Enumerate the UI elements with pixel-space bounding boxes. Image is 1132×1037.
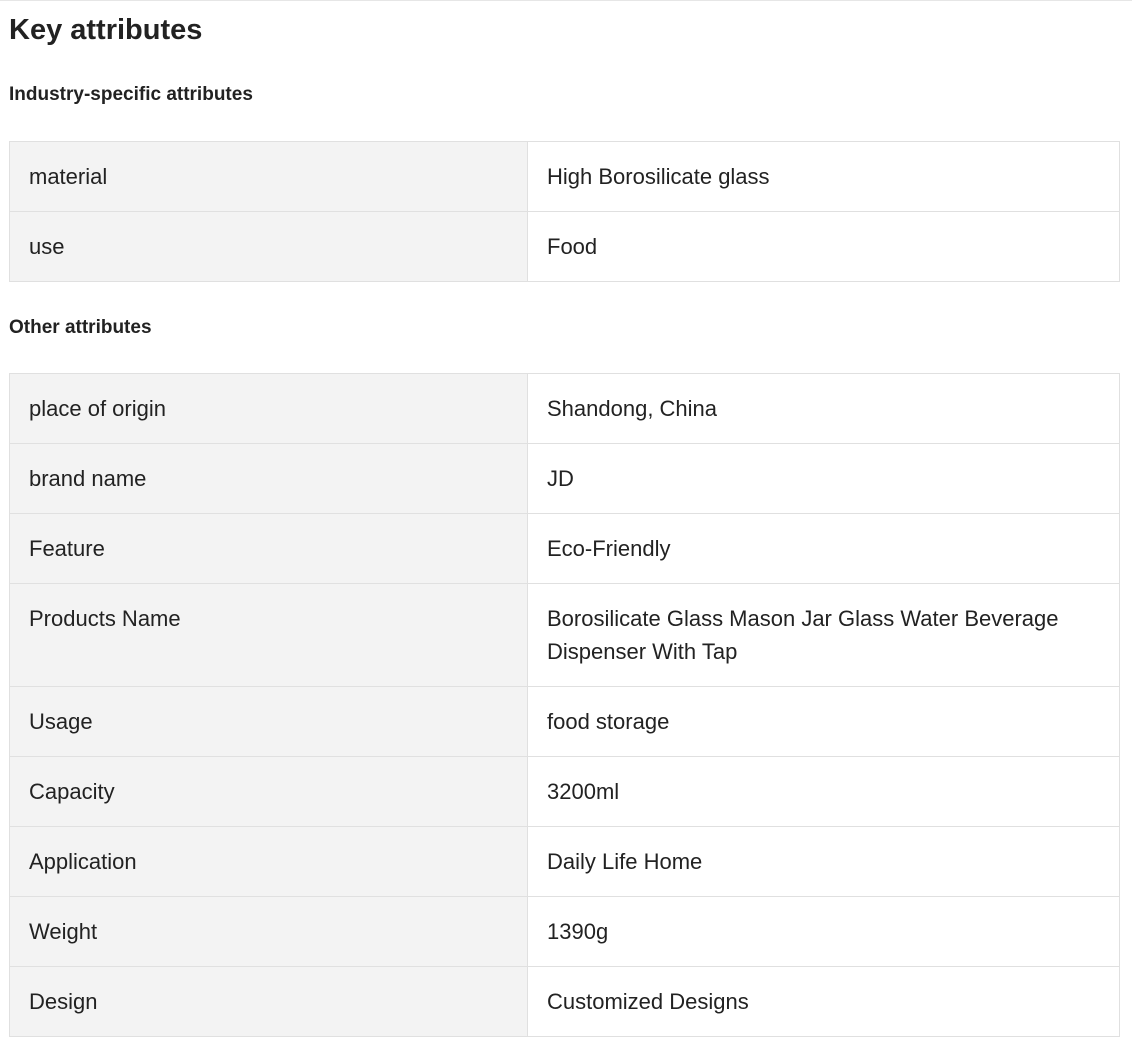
attribute-value-feature: Eco-Friendly: [527, 513, 1120, 584]
page-title: Key attributes: [9, 14, 203, 46]
attribute-value-capacity: 3200ml: [527, 756, 1120, 827]
attribute-value-products-name: Borosilicate Glass Mason Jar Glass Water…: [527, 583, 1120, 687]
industry-attributes-table: material High Borosilicate glass use Foo…: [9, 141, 1120, 282]
table-row: material High Borosilicate glass: [9, 141, 1120, 212]
attribute-value-weight: 1390g: [527, 896, 1120, 967]
table-row: use Food: [9, 211, 1120, 282]
industry-section-title: Industry-specific attributes: [9, 84, 253, 105]
attribute-value-brand-name: JD: [527, 443, 1120, 514]
attribute-key-use: use: [9, 211, 528, 282]
attribute-key-design: Design: [9, 966, 528, 1037]
table-row: Application Daily Life Home: [9, 826, 1120, 897]
attribute-key-weight: Weight: [9, 896, 528, 967]
attribute-value-usage: food storage: [527, 686, 1120, 757]
attribute-key-material: material: [9, 141, 528, 212]
attribute-key-brand-name: brand name: [9, 443, 528, 514]
table-row: brand name JD: [9, 443, 1120, 514]
top-divider: [0, 0, 1132, 1]
table-row: Design Customized Designs: [9, 966, 1120, 1037]
table-row: Products Name Borosilicate Glass Mason J…: [9, 583, 1120, 687]
other-section-title: Other attributes: [9, 317, 152, 338]
attribute-value-material: High Borosilicate glass: [527, 141, 1120, 212]
attribute-value-application: Daily Life Home: [527, 826, 1120, 897]
table-row: Weight 1390g: [9, 896, 1120, 967]
attribute-key-products-name: Products Name: [9, 583, 528, 687]
attribute-value-design: Customized Designs: [527, 966, 1120, 1037]
attribute-key-capacity: Capacity: [9, 756, 528, 827]
attribute-value-use: Food: [527, 211, 1120, 282]
attribute-value-place-of-origin: Shandong, China: [527, 373, 1120, 444]
attribute-key-usage: Usage: [9, 686, 528, 757]
other-attributes-table: place of origin Shandong, China brand na…: [9, 373, 1120, 1037]
table-row: Usage food storage: [9, 686, 1120, 757]
table-row: Capacity 3200ml: [9, 756, 1120, 827]
table-row: place of origin Shandong, China: [9, 373, 1120, 444]
attribute-key-feature: Feature: [9, 513, 528, 584]
table-row: Feature Eco-Friendly: [9, 513, 1120, 584]
attribute-key-place-of-origin: place of origin: [9, 373, 528, 444]
attribute-key-application: Application: [9, 826, 528, 897]
